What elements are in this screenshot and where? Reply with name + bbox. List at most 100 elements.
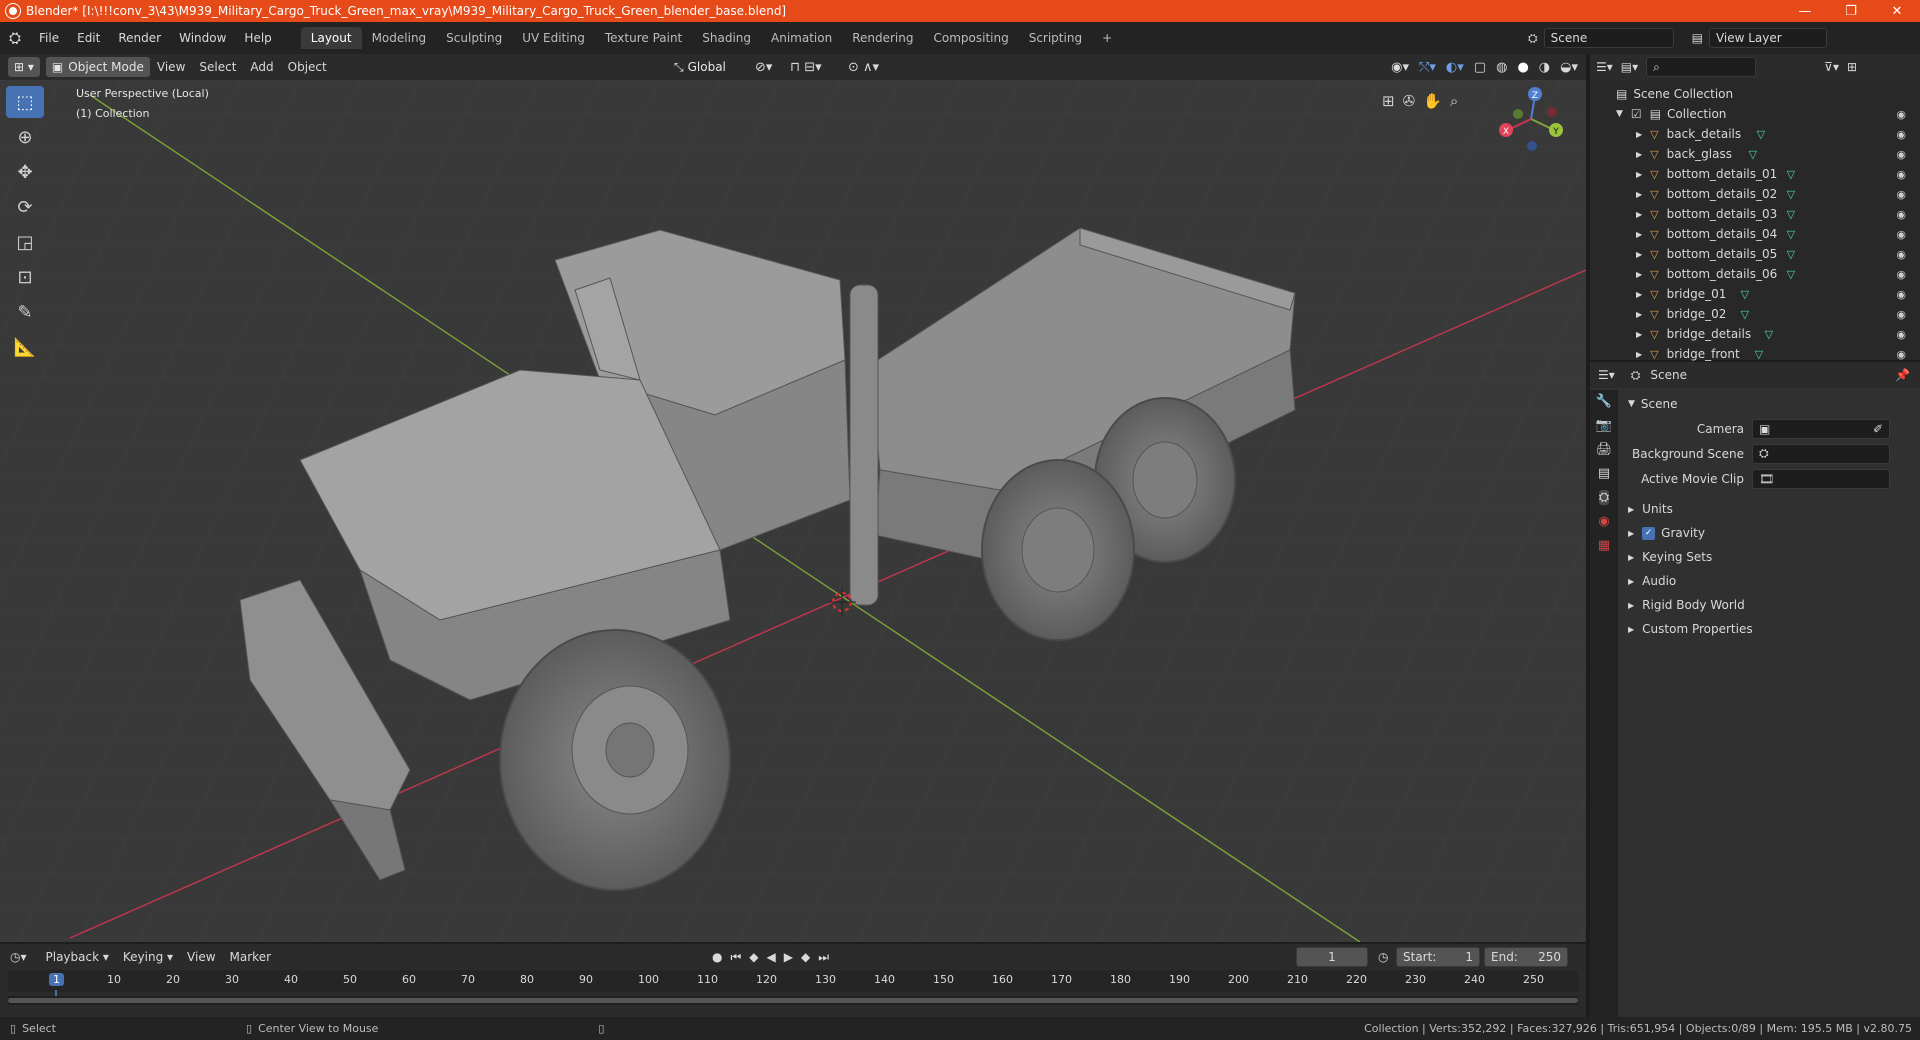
world-tab-icon[interactable]: ◉ <box>1598 514 1609 529</box>
display-mode-icon[interactable]: ▤▾ <box>1621 60 1638 74</box>
chevron-right-icon[interactable]: ▶ <box>1628 625 1634 634</box>
eye-icon[interactable]: ◉ <box>1896 188 1906 201</box>
measure-tool-icon[interactable]: 📐 <box>6 331 44 363</box>
menu-view[interactable]: View <box>180 950 222 964</box>
add-workspace-button[interactable]: + <box>1092 27 1122 49</box>
tab-sculpting[interactable]: Sculpting <box>436 27 512 49</box>
scene-panel-header[interactable]: ▼ Scene <box>1620 392 1920 416</box>
chevron-right-icon[interactable]: ▶ <box>1636 350 1642 359</box>
view-layer-selector[interactable]: View Layer <box>1708 28 1827 48</box>
chevron-right-icon[interactable]: ▶ <box>1628 529 1634 538</box>
tab-rendering[interactable]: Rendering <box>842 27 923 49</box>
menu-help[interactable]: Help <box>235 31 280 45</box>
eye-icon[interactable]: ◉ <box>1896 328 1906 341</box>
list-item[interactable]: ▶ ▽ bottom_details_02 ▽ ◉ <box>1590 184 1920 204</box>
eye-icon[interactable]: ◉ <box>1896 108 1906 121</box>
chevron-right-icon[interactable]: ▶ <box>1636 310 1642 319</box>
proportional-edit-icon[interactable]: ⊙ ∧▾ <box>848 60 879 75</box>
jump-start-icon[interactable]: ⏮ <box>730 950 741 965</box>
start-frame-field[interactable]: Start: 1 <box>1396 947 1480 967</box>
list-item[interactable]: ▶ ▽ bottom_details_04 ▽ ◉ <box>1590 224 1920 244</box>
output-tab-icon[interactable]: 🖨 <box>1596 442 1613 457</box>
eye-icon[interactable]: ◉ <box>1896 208 1906 221</box>
wireframe-shading-icon[interactable]: ◍ <box>1496 60 1507 75</box>
scene-icon[interactable]: ⛭ <box>1528 31 1538 46</box>
menu-object[interactable]: Object <box>281 60 334 74</box>
chevron-right-icon[interactable]: ▶ <box>1636 210 1642 219</box>
list-item[interactable]: ▶ ▽ bottom_details_06 ▽ ◉ <box>1590 264 1920 284</box>
eye-icon[interactable]: ◉ <box>1896 168 1906 181</box>
scene-collection-row[interactable]: ▤ Scene Collection <box>1590 84 1920 104</box>
tab-texture-paint[interactable]: Texture Paint <box>595 27 692 49</box>
minimize-button[interactable]: — <box>1782 0 1828 22</box>
eye-icon[interactable]: ◉ <box>1896 308 1906 321</box>
play-reverse-icon[interactable]: ◀ <box>767 950 776 965</box>
next-keyframe-icon[interactable]: ◆ <box>801 950 810 965</box>
gravity-panel-header[interactable]: ▶ ✓ Gravity <box>1620 521 1920 545</box>
list-item[interactable]: ▶ ▽ back_details ▽ ◉ <box>1590 124 1920 144</box>
list-item[interactable]: ▶ ▽ bottom_details_03 ▽ ◉ <box>1590 204 1920 224</box>
chevron-right-icon[interactable]: ▶ <box>1628 577 1634 586</box>
pin-icon[interactable]: 📌 <box>1895 368 1910 382</box>
clock-icon[interactable]: ◷ <box>1378 950 1388 964</box>
camera-view-icon[interactable]: ✇ <box>1403 92 1416 110</box>
tool-tab-icon[interactable]: 🔧 <box>1596 394 1612 409</box>
maximize-button[interactable]: ❐ <box>1828 0 1874 22</box>
menu-select[interactable]: Select <box>192 60 243 74</box>
close-button[interactable]: ✕ <box>1874 0 1920 22</box>
eye-icon[interactable]: ◉ <box>1896 248 1906 261</box>
chevron-down-icon[interactable]: ▼ <box>1616 109 1623 119</box>
menu-window[interactable]: Window <box>170 31 235 45</box>
mode-selector[interactable]: ▣ Object Mode <box>45 57 150 77</box>
chevron-right-icon[interactable]: ▶ <box>1628 505 1634 514</box>
play-icon[interactable]: ▶ <box>784 950 793 965</box>
3d-viewport[interactable]: User Perspective (Local) (1) Collection … <box>0 80 1586 942</box>
tab-compositing[interactable]: Compositing <box>923 27 1018 49</box>
chevron-right-icon[interactable]: ▶ <box>1628 553 1634 562</box>
new-collection-icon[interactable]: ⊞ <box>1847 60 1857 74</box>
rendered-shading-icon[interactable]: ◒▾ <box>1560 60 1578 75</box>
view-layer-tab-icon[interactable]: ▤ <box>1598 466 1610 481</box>
chevron-right-icon[interactable]: ▶ <box>1636 230 1642 239</box>
prev-keyframe-icon[interactable]: ◆ <box>749 950 758 965</box>
texture-tab-icon[interactable]: ▦ <box>1598 538 1610 553</box>
select-box-tool-icon[interactable]: ⬚ <box>6 86 44 118</box>
blender-menu-icon[interactable]: ⛭ <box>0 29 30 47</box>
filter-icon[interactable]: ⊽▾ <box>1824 60 1839 74</box>
eye-icon[interactable]: ◉ <box>1896 228 1906 241</box>
audio-panel-header[interactable]: ▶ Audio <box>1620 569 1920 593</box>
move-tool-icon[interactable]: ✥ <box>6 156 44 188</box>
rigid-body-world-panel-header[interactable]: ▶ Rigid Body World <box>1620 593 1920 617</box>
timeline-editor-icon[interactable]: ◷▾ <box>10 950 27 964</box>
menu-view[interactable]: View <box>150 60 192 74</box>
menu-add[interactable]: Add <box>243 60 280 74</box>
list-item[interactable]: ▶ ▽ bridge_front ▽ ◉ <box>1590 344 1920 364</box>
jump-end-icon[interactable]: ⏭ <box>818 950 829 965</box>
list-item[interactable]: ▶ ▽ bridge_02 ▽ ◉ <box>1590 304 1920 324</box>
cursor-tool-icon[interactable]: ⊕ <box>6 121 44 153</box>
menu-marker[interactable]: Marker <box>223 950 278 964</box>
checkbox-icon[interactable]: ☑ <box>1631 107 1642 121</box>
active-movie-clip-field[interactable]: 🎞 <box>1752 468 1890 489</box>
chevron-right-icon[interactable]: ▶ <box>1636 170 1642 179</box>
eye-icon[interactable]: ◉ <box>1896 268 1906 281</box>
menu-keying[interactable]: Keying ▾ <box>116 950 180 964</box>
tab-shading[interactable]: Shading <box>692 27 761 49</box>
list-item[interactable]: ▶ ▽ back_glass ▽ ◉ <box>1590 144 1920 164</box>
tab-scripting[interactable]: Scripting <box>1019 27 1092 49</box>
chevron-right-icon[interactable]: ▶ <box>1636 130 1642 139</box>
list-item[interactable]: ▶ ▽ bottom_details_01 ▽ ◉ <box>1590 164 1920 184</box>
editor-type-button[interactable]: ⊞ ▾ <box>8 57 40 77</box>
eye-icon[interactable]: ◉ <box>1896 348 1906 361</box>
camera-field[interactable]: ▣ ✐ <box>1752 418 1890 439</box>
list-item[interactable]: ▶ ▽ bottom_details_05 ▽ ◉ <box>1590 244 1920 264</box>
keying-sets-panel-header[interactable]: ▶ Keying Sets <box>1620 545 1920 569</box>
custom-properties-panel-header[interactable]: ▶ Custom Properties <box>1620 617 1920 641</box>
grid-view-icon[interactable]: ⊞ <box>1382 92 1395 110</box>
scene-tab-icon[interactable]: ⛭ <box>1598 490 1610 505</box>
eyedropper-icon[interactable]: ✐ <box>1873 422 1883 436</box>
xray-icon[interactable]: ▢ <box>1474 60 1486 75</box>
gravity-checkbox[interactable]: ✓ <box>1642 526 1656 540</box>
annotate-tool-icon[interactable]: ✎ <box>6 296 44 328</box>
eye-icon[interactable]: ◉ <box>1896 288 1906 301</box>
